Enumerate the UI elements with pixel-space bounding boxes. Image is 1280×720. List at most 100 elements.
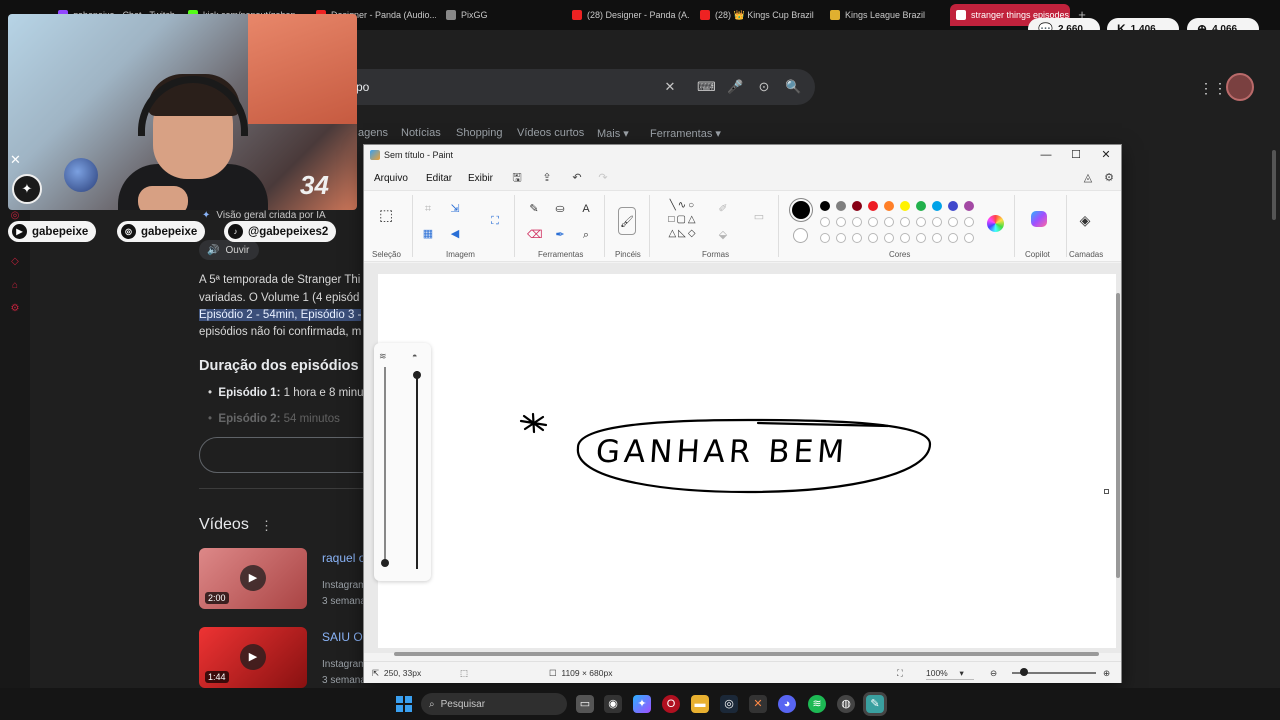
custom-color-slot[interactable] [884, 233, 894, 243]
color-swatch[interactable] [884, 217, 894, 227]
magnifier-icon[interactable]: ⌕ [579, 228, 593, 242]
size-slider-track[interactable] [384, 367, 386, 565]
image-grid-icon[interactable]: ▦ [421, 227, 435, 241]
text-icon[interactable]: A [579, 202, 593, 216]
clear-search-icon[interactable]: ✕ [662, 79, 678, 95]
app-icon[interactable]: ✕ [749, 695, 767, 713]
fill-shape-icon[interactable]: ⬙ [716, 228, 730, 242]
rotate-icon[interactable]: ◀ [448, 227, 462, 241]
background-remove-icon[interactable]: ⛶ [488, 214, 502, 228]
tab-short-videos[interactable]: Vídeos curtos [517, 127, 584, 139]
app-icon[interactable]: ◉ [604, 695, 622, 713]
color-swatch[interactable] [820, 217, 830, 227]
video-thumbnail[interactable]: ▶ 1:44 [199, 627, 307, 688]
undo-icon[interactable]: ↶ [570, 171, 584, 185]
rail-icon[interactable]: ⌂ [9, 280, 21, 292]
redo-icon[interactable]: ↷ [596, 171, 610, 185]
tab-designer-panda-2[interactable]: (28) Designer - Panda (A... [566, 4, 690, 26]
shapes-line-curve-icon[interactable]: ╲∿○ [658, 199, 708, 213]
account-icon[interactable]: ◬ [1081, 171, 1095, 185]
fill-icon[interactable]: ⛀ [553, 202, 567, 216]
opera-icon[interactable]: O [662, 695, 680, 713]
maximize-button[interactable]: ☐ [1062, 146, 1090, 164]
share-icon[interactable]: ⇪ [540, 171, 554, 185]
opacity-slider-thumb[interactable] [413, 371, 421, 379]
shapes-rect-icon[interactable]: □▢△ [658, 213, 708, 227]
gear-icon[interactable]: ⚙ [9, 303, 21, 315]
file-explorer-icon[interactable]: ▬ [691, 695, 709, 713]
color-swatch[interactable] [916, 217, 926, 227]
custom-color-slot[interactable] [932, 233, 942, 243]
menu-edit[interactable]: Editar [426, 173, 452, 184]
listen-button[interactable]: 🔊 Ouvir [199, 240, 259, 260]
shapes-triangle-icon[interactable]: △◺◇ [658, 227, 708, 241]
obs-icon[interactable]: ◍ [837, 695, 855, 713]
more-options-icon[interactable]: ⋮ [260, 518, 273, 534]
menu-file[interactable]: Arquivo [374, 173, 408, 184]
color-swatch[interactable] [964, 201, 974, 211]
steam-icon[interactable]: ◎ [720, 695, 738, 713]
video-thumbnail[interactable]: ▶ 2:00 [199, 548, 307, 609]
taskbar-search[interactable]: ⌕ Pesquisar [421, 693, 567, 715]
custom-color-slot[interactable] [868, 233, 878, 243]
minimize-button[interactable]: — [1032, 146, 1060, 164]
discord-icon[interactable]: ◕ [778, 695, 796, 713]
color-swatch[interactable] [916, 201, 926, 211]
outline-icon[interactable]: ✐ [716, 202, 730, 216]
copilot-icon[interactable] [1031, 211, 1047, 227]
color-swatch[interactable] [868, 217, 878, 227]
custom-color-slot[interactable] [852, 233, 862, 243]
color-swatch[interactable] [852, 201, 862, 211]
drawing-canvas[interactable]: GANHAR BEM [378, 274, 1116, 648]
color-swatch[interactable] [948, 201, 958, 211]
pencil-icon[interactable]: ✎ [527, 202, 541, 216]
shape-style-icon[interactable]: ▭ [752, 210, 766, 224]
paint-taskbar-icon[interactable]: ✎ [866, 695, 884, 713]
eraser-icon[interactable]: ⌫ [527, 228, 543, 242]
save-icon[interactable]: 🖫 [510, 171, 524, 185]
color-swatch[interactable] [868, 201, 878, 211]
tab-shopping[interactable]: Shopping [456, 127, 503, 139]
custom-color-slot[interactable] [820, 233, 830, 243]
tab-images[interactable]: agens [358, 127, 388, 139]
custom-color-slot[interactable] [964, 233, 974, 243]
microphone-icon[interactable]: 🎤 [727, 79, 743, 95]
select-icon[interactable]: ⬚ [379, 208, 393, 223]
layers-icon[interactable]: ◈ [1078, 213, 1092, 227]
size-slider-thumb[interactable] [381, 559, 389, 567]
tab-kings-cup[interactable]: (28) 👑 Kings Cup Brazil [694, 4, 818, 26]
canvas-horizontal-scrollbar[interactable] [394, 652, 1099, 656]
brush-icon[interactable]: 🖌 [618, 207, 636, 235]
color-swatch[interactable] [836, 201, 846, 211]
color-swatch[interactable] [884, 201, 894, 211]
color-swatch[interactable] [932, 201, 942, 211]
custom-color-slot[interactable] [900, 233, 910, 243]
menu-view[interactable]: Exibir [468, 173, 493, 184]
rail-icon[interactable]: ◇ [9, 256, 21, 268]
secondary-color[interactable] [793, 228, 808, 243]
video-title[interactable]: SAIU O [322, 630, 363, 644]
color-swatch[interactable] [964, 217, 974, 227]
color-swatch[interactable] [900, 201, 910, 211]
color-swatch[interactable] [820, 201, 830, 211]
color-swatch[interactable] [948, 217, 958, 227]
tab-news[interactable]: Notícias [401, 127, 441, 139]
lens-icon[interactable]: ⊙ [756, 79, 772, 95]
color-swatch[interactable] [932, 217, 942, 227]
primary-color[interactable] [792, 201, 810, 219]
color-picker-icon[interactable]: ✒ [553, 228, 567, 242]
tab-tools[interactable]: Ferramentas ▾ [650, 127, 721, 140]
windows-start-icon[interactable] [396, 696, 412, 712]
crop-icon[interactable]: ⌗ [421, 202, 435, 216]
settings-gear-icon[interactable]: ⚙ [1102, 171, 1116, 185]
keyboard-icon[interactable]: ⌨ [697, 79, 716, 95]
search-icon[interactable]: 🔍 [785, 79, 801, 95]
paint-title-bar[interactable]: Sem título - Paint — ☐ ✕ [364, 145, 1121, 165]
custom-color-slot[interactable] [916, 233, 926, 243]
zoom-slider-thumb[interactable] [1020, 668, 1028, 676]
color-swatch[interactable] [852, 217, 862, 227]
resize-handle[interactable] [1104, 489, 1109, 494]
page-scrollbar[interactable] [1272, 150, 1276, 220]
apps-grid-icon[interactable]: ⋮⋮ [1199, 79, 1227, 97]
edit-colors-icon[interactable] [987, 215, 1004, 232]
